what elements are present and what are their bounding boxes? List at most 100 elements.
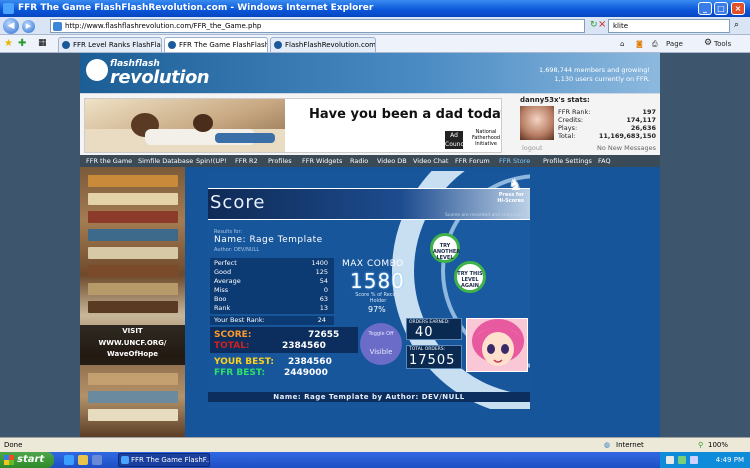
nav-profiles[interactable]: Profiles [268, 155, 292, 167]
score-header: Score ♞ Press for Hi-Scores Scores are r… [208, 175, 530, 220]
start-button[interactable]: start [0, 452, 54, 468]
stat-value: 26,636 [630, 124, 656, 132]
tally-row: Good 125 [214, 268, 332, 277]
nav-spinup[interactable]: Spin!(UP! [196, 155, 227, 167]
ffr-favicon [168, 41, 176, 49]
uncf-promo[interactable]: VISIT WWW.UNCF.ORG/ WaveOfHope [80, 325, 185, 365]
address-input[interactable]: http://www.flashflashrevolution.com/FFR_… [50, 19, 585, 33]
ad-banner[interactable]: Have you been a dad today? Ad Council Na… [84, 98, 502, 153]
search-icon[interactable]: ⌕ [734, 20, 739, 30]
tally-value: 125 [315, 268, 328, 276]
taskbar-item-label: FFR The Game FlashF... [131, 456, 210, 464]
tray-icon[interactable] [678, 456, 686, 464]
promo-sidebar[interactable]: VISIT WWW.UNCF.ORG/ WaveOfHope [80, 167, 185, 437]
tray-icon[interactable] [666, 456, 674, 464]
window-titlebar[interactable]: FFR The Game FlashFlashRevolution.com - … [0, 0, 750, 17]
globe-icon: ◍ [604, 441, 611, 449]
try-this-level-button[interactable]: TRY THIS LEVEL AGAIN [454, 261, 486, 293]
address-text: http://www.flashflashrevolution.com/FFR_… [65, 22, 262, 30]
ffr-best-label: FFR BEST: [214, 368, 266, 378]
nav-ffr-the-game[interactable]: FFR the Game [86, 155, 132, 167]
your-best-value: 2384560 [288, 357, 332, 367]
tab-ffr-the-game[interactable]: FFR The Game FlashFlashR... [164, 37, 268, 52]
toggle-top-label: Toggle Off [368, 331, 394, 337]
ie-icon [121, 456, 129, 464]
ie-quicklaunch-icon[interactable] [64, 455, 74, 465]
logo-text[interactable]: revolution [110, 67, 210, 88]
tools-menu[interactable]: Tools [714, 38, 731, 50]
tab-list-icon[interactable]: ▦ [38, 38, 47, 48]
ffr-favicon [274, 41, 282, 49]
logout-link[interactable]: logout [522, 144, 543, 152]
taskbar-item-ie[interactable]: FFR The Game FlashF... [118, 453, 210, 467]
window-title: FFR The Game FlashFlashRevolution.com - … [18, 3, 374, 13]
tab-flashflashrevolution[interactable]: FlashFlashRevolution.com [270, 37, 376, 52]
nav-faq[interactable]: FAQ [598, 155, 611, 167]
feeds-icon[interactable]: ◙ [636, 38, 643, 50]
tab-level-ranks[interactable]: FFR Level Ranks FlashFlashR... [58, 37, 162, 52]
nav-simfile-database[interactable]: Simfile Database [138, 155, 193, 167]
book-spine [88, 193, 178, 205]
folder-quicklaunch-icon[interactable] [78, 455, 88, 465]
search-input[interactable]: klite [608, 19, 730, 33]
desktop-quicklaunch-icon[interactable] [92, 455, 102, 465]
ie-icon [3, 3, 14, 14]
system-tray: 4:49 PM [660, 452, 750, 468]
nav-ffr-forum[interactable]: FFR Forum [455, 155, 490, 167]
zoom-icon[interactable]: ⚲ [698, 438, 703, 452]
close-button[interactable]: × [731, 2, 745, 15]
zoom-level[interactable]: 100% [708, 438, 728, 452]
total-orders-value: 17505 [409, 353, 456, 368]
nav-profile-settings[interactable]: Profile Settings [543, 155, 592, 167]
tab-label: FFR The Game FlashFlashR... [179, 41, 268, 49]
volume-icon[interactable] [690, 456, 698, 464]
nav-radio[interactable]: Radio [350, 155, 368, 167]
nav-video-chat[interactable]: Video Chat [413, 155, 448, 167]
best-rank-value: 24 [317, 316, 326, 324]
forward-icon[interactable]: ▶ [22, 20, 35, 33]
promo-line: WaveOfHope [107, 350, 158, 358]
site-stats: 1,698,744 members and growing! 1,130 use… [539, 66, 650, 84]
back-icon[interactable]: ◀ [3, 18, 19, 34]
promo-line: VISIT [122, 327, 143, 335]
favorites-star-icon[interactable]: ★ [4, 38, 13, 49]
clock[interactable]: 4:49 PM [716, 456, 744, 464]
book-spine [88, 247, 178, 259]
nav-ffr-store[interactable]: FFR Store [499, 155, 530, 167]
page-icon [53, 22, 62, 31]
tally-key: Perfect [214, 259, 237, 267]
record-note: Scores are recorded and compared [444, 213, 524, 218]
members-count: 1,698,744 members and growing! [539, 66, 650, 74]
stat-key: Credits: [558, 116, 584, 124]
nav-ffr-widgets[interactable]: FFR Widgets [302, 155, 342, 167]
gear-icon[interactable]: ⚙ [704, 37, 712, 49]
tally-key: Miss [214, 286, 229, 294]
page-menu[interactable]: Page [666, 38, 683, 50]
stat-row-rank: FFR Rank: 197 [558, 108, 656, 116]
ffr-logo-icon[interactable] [86, 59, 108, 81]
maximize-button[interactable]: □ [714, 2, 728, 15]
messages-link[interactable]: No New Messages [597, 144, 656, 152]
try-another-level-button[interactable]: TRY ANOTHER LEVEL [430, 233, 460, 263]
score-box: SCORE: 72655 TOTAL: 2384560 [210, 327, 358, 353]
your-best-label: YOUR BEST: [214, 357, 274, 367]
print-icon[interactable]: ⎙ [652, 38, 658, 50]
home-icon[interactable]: ⌂ [620, 38, 624, 50]
total-value: 2384560 [282, 341, 326, 351]
book-spine [88, 175, 178, 187]
stop-icon[interactable]: × [598, 19, 606, 30]
nav-ffr-r2[interactable]: FFR R2 [235, 155, 258, 167]
song-info: Results for: Name: Rage Template Author:… [210, 229, 390, 259]
add-favorite-icon[interactable]: ✚ [18, 38, 26, 49]
avatar[interactable] [520, 106, 554, 140]
promo-line: WWW.UNCF.ORG/ [98, 339, 167, 347]
tally-value: 63 [319, 295, 328, 303]
book-spine [88, 211, 178, 223]
refresh-icon[interactable]: ↻ [590, 20, 598, 30]
visibility-toggle[interactable]: Toggle Off Visible [360, 323, 402, 365]
nav-video-db[interactable]: Video DB [377, 155, 407, 167]
user-stats-header[interactable]: danny53x's stats: [520, 96, 658, 104]
hiscores-button[interactable]: Press for Hi-Scores [497, 192, 524, 204]
tally-value: 0 [323, 286, 328, 294]
minimize-button[interactable]: _ [698, 2, 712, 15]
